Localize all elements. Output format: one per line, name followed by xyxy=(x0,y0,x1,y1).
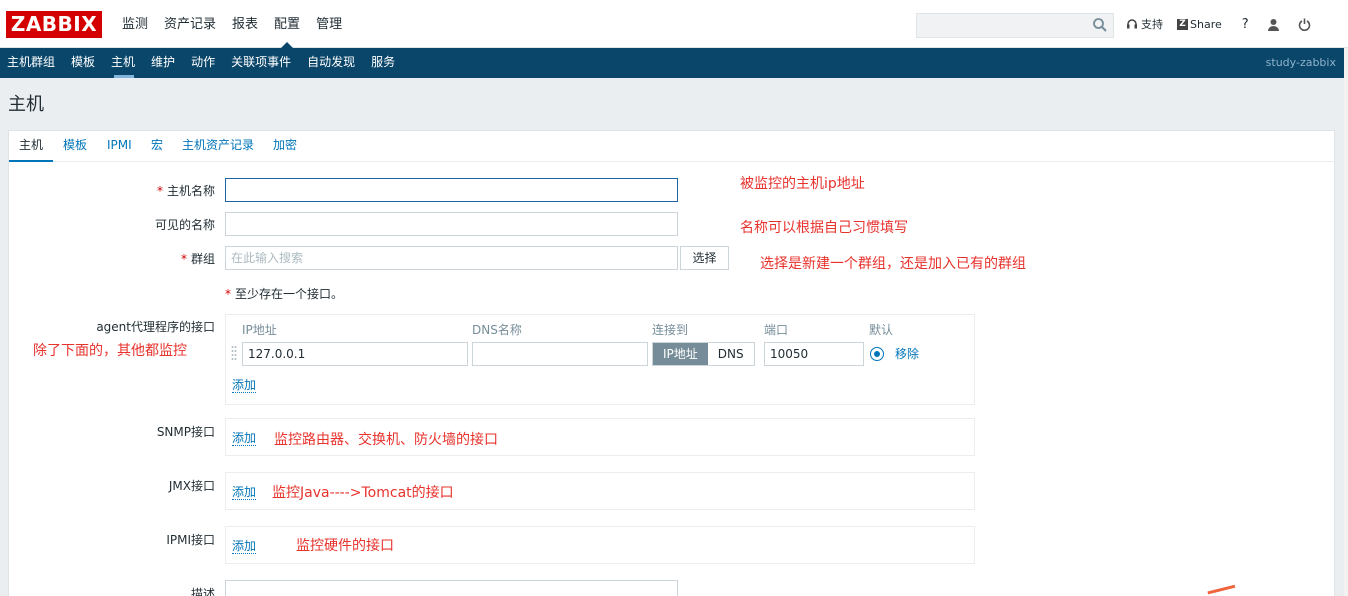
support-link[interactable]: 支持 xyxy=(1126,16,1163,32)
agent-dns-input[interactable] xyxy=(472,342,648,366)
default-radio[interactable] xyxy=(870,347,884,361)
connect-dns-option[interactable]: DNS xyxy=(708,343,754,365)
search-icon[interactable] xyxy=(1092,17,1108,33)
subnav-discovery[interactable]: 自动发现 xyxy=(300,48,364,78)
form-tabs: 主机 模板 IPMI 宏 主机资产记录 加密 xyxy=(9,131,1334,162)
power-icon xyxy=(1298,18,1310,31)
snmp-interface-label: SNMP接口 xyxy=(156,425,215,439)
tab-host[interactable]: 主机 xyxy=(9,131,53,162)
menu-configuration[interactable]: 配置 xyxy=(266,0,308,49)
groups-label: * 群组 xyxy=(180,252,215,266)
select-groups-button[interactable]: 选择 xyxy=(680,246,729,270)
subnav-services[interactable]: 服务 xyxy=(364,48,404,78)
help-icon: ? xyxy=(1241,16,1249,32)
tab-ipmi[interactable]: IPMI xyxy=(107,131,132,162)
subnav-host-groups[interactable]: 主机群组 xyxy=(0,48,64,78)
col-dns-header: DNS名称 xyxy=(472,323,522,337)
connect-ip-option[interactable]: IP地址 xyxy=(653,343,708,365)
visible-name-label: 可见的名称 xyxy=(154,218,215,232)
groups-input[interactable]: 在此输入搜索 xyxy=(225,246,678,270)
page-scrollbar[interactable] xyxy=(1344,48,1348,596)
subnav-hosts[interactable]: 主机 xyxy=(104,48,144,78)
annotation-host-ip: 被监控的主机ip地址 xyxy=(740,176,865,192)
snmp-add-link[interactable]: 添加 xyxy=(232,431,257,446)
profile-button[interactable] xyxy=(1267,18,1280,31)
search-input[interactable] xyxy=(916,13,1114,38)
share-link[interactable]: Z Share xyxy=(1177,18,1222,31)
annotation-ipmi: 监控硬件的接口 xyxy=(296,538,394,554)
annotation-visible-name: 名称可以根据自己习惯填写 xyxy=(740,220,908,236)
main-menu: 监测 资产记录 报表 配置 管理 xyxy=(114,0,350,49)
subnav-actions[interactable]: 动作 xyxy=(184,48,224,78)
share-icon: Z xyxy=(1177,18,1188,30)
share-label: Share xyxy=(1190,17,1222,31)
subnav-templates[interactable]: 模板 xyxy=(64,48,104,78)
annotation-snmp: 监控路由器、交换机、防火墙的接口 xyxy=(274,432,498,448)
tab-encryption[interactable]: 加密 xyxy=(273,131,297,162)
menu-administration[interactable]: 管理 xyxy=(308,0,350,48)
host-name-input[interactable] xyxy=(225,178,678,202)
agent-add-link[interactable]: 添加 xyxy=(232,378,257,393)
sub-nav: 主机群组 模板 主机 维护 动作 关联项事件 自动发现 服务 study-zab… xyxy=(0,48,1348,78)
col-ip-header: IP地址 xyxy=(242,323,277,337)
agent-ip-input[interactable]: 127.0.0.1 xyxy=(242,342,468,366)
groups-placeholder: 在此输入搜索 xyxy=(231,251,304,265)
support-label: 支持 xyxy=(1141,18,1163,31)
agent-port-input[interactable]: 10050 xyxy=(764,342,864,366)
col-connect-header: 连接到 xyxy=(652,323,689,337)
connect-to-toggle[interactable]: IP地址 DNS xyxy=(652,342,755,366)
help-button[interactable]: ? xyxy=(1242,17,1249,32)
host-name-label: * 主机名称 xyxy=(156,184,215,198)
page-title: 主机 xyxy=(8,94,44,115)
annotation-agent: 除了下面的，其他都监控 xyxy=(33,343,187,359)
tab-inventory[interactable]: 主机资产记录 xyxy=(182,131,254,162)
col-port-header: 端口 xyxy=(764,323,789,337)
server-name: study-zabbix xyxy=(1265,56,1336,69)
visible-name-input[interactable] xyxy=(225,212,678,236)
jmx-interface-label: JMX接口 xyxy=(168,479,215,493)
tab-macros[interactable]: 宏 xyxy=(151,131,163,162)
headset-icon xyxy=(1127,19,1137,29)
annotation-groups: 选择是新建一个群组，还是加入已有的群组 xyxy=(760,256,1026,272)
annotation-jmx: 监控Java---->Tomcat的接口 xyxy=(272,485,454,501)
logout-button[interactable] xyxy=(1298,18,1311,31)
agent-interface-box: IP地址 DNS名称 连接到 端口 默认 127.0.0.1 IP地址 DNS … xyxy=(225,314,975,405)
interface-note: * 至少存在一个接口。 xyxy=(225,287,344,301)
ipmi-add-link[interactable]: 添加 xyxy=(232,539,257,554)
tab-templates[interactable]: 模板 xyxy=(63,131,87,162)
col-default-header: 默认 xyxy=(869,323,894,337)
subnav-correlation[interactable]: 关联项事件 xyxy=(224,48,300,78)
description-label: 描述 xyxy=(190,587,215,596)
menu-reports[interactable]: 报表 xyxy=(224,0,266,48)
subnav-maintenance[interactable]: 维护 xyxy=(144,48,184,78)
host-form-panel: 主机 模板 IPMI 宏 主机资产记录 加密 * 主机名称 可见的名称 * 群组 在… xyxy=(8,130,1335,596)
drag-handle-icon[interactable] xyxy=(231,345,237,363)
top-bar: ZABBIX 监测 资产记录 报表 配置 管理 支持 Z Share ? xyxy=(0,0,1348,49)
description-textarea[interactable] xyxy=(225,580,678,596)
zabbix-logo[interactable]: ZABBIX xyxy=(6,11,102,38)
user-icon xyxy=(1267,18,1279,31)
jmx-add-link[interactable]: 添加 xyxy=(232,485,257,500)
agent-interface-label: agent代理程序的接口 xyxy=(96,320,215,334)
remove-link[interactable]: 移除 xyxy=(895,347,919,361)
menu-monitoring[interactable]: 监测 xyxy=(114,0,156,48)
ipmi-interface-label: IPMI接口 xyxy=(166,533,215,547)
menu-inventory[interactable]: 资产记录 xyxy=(156,0,224,48)
